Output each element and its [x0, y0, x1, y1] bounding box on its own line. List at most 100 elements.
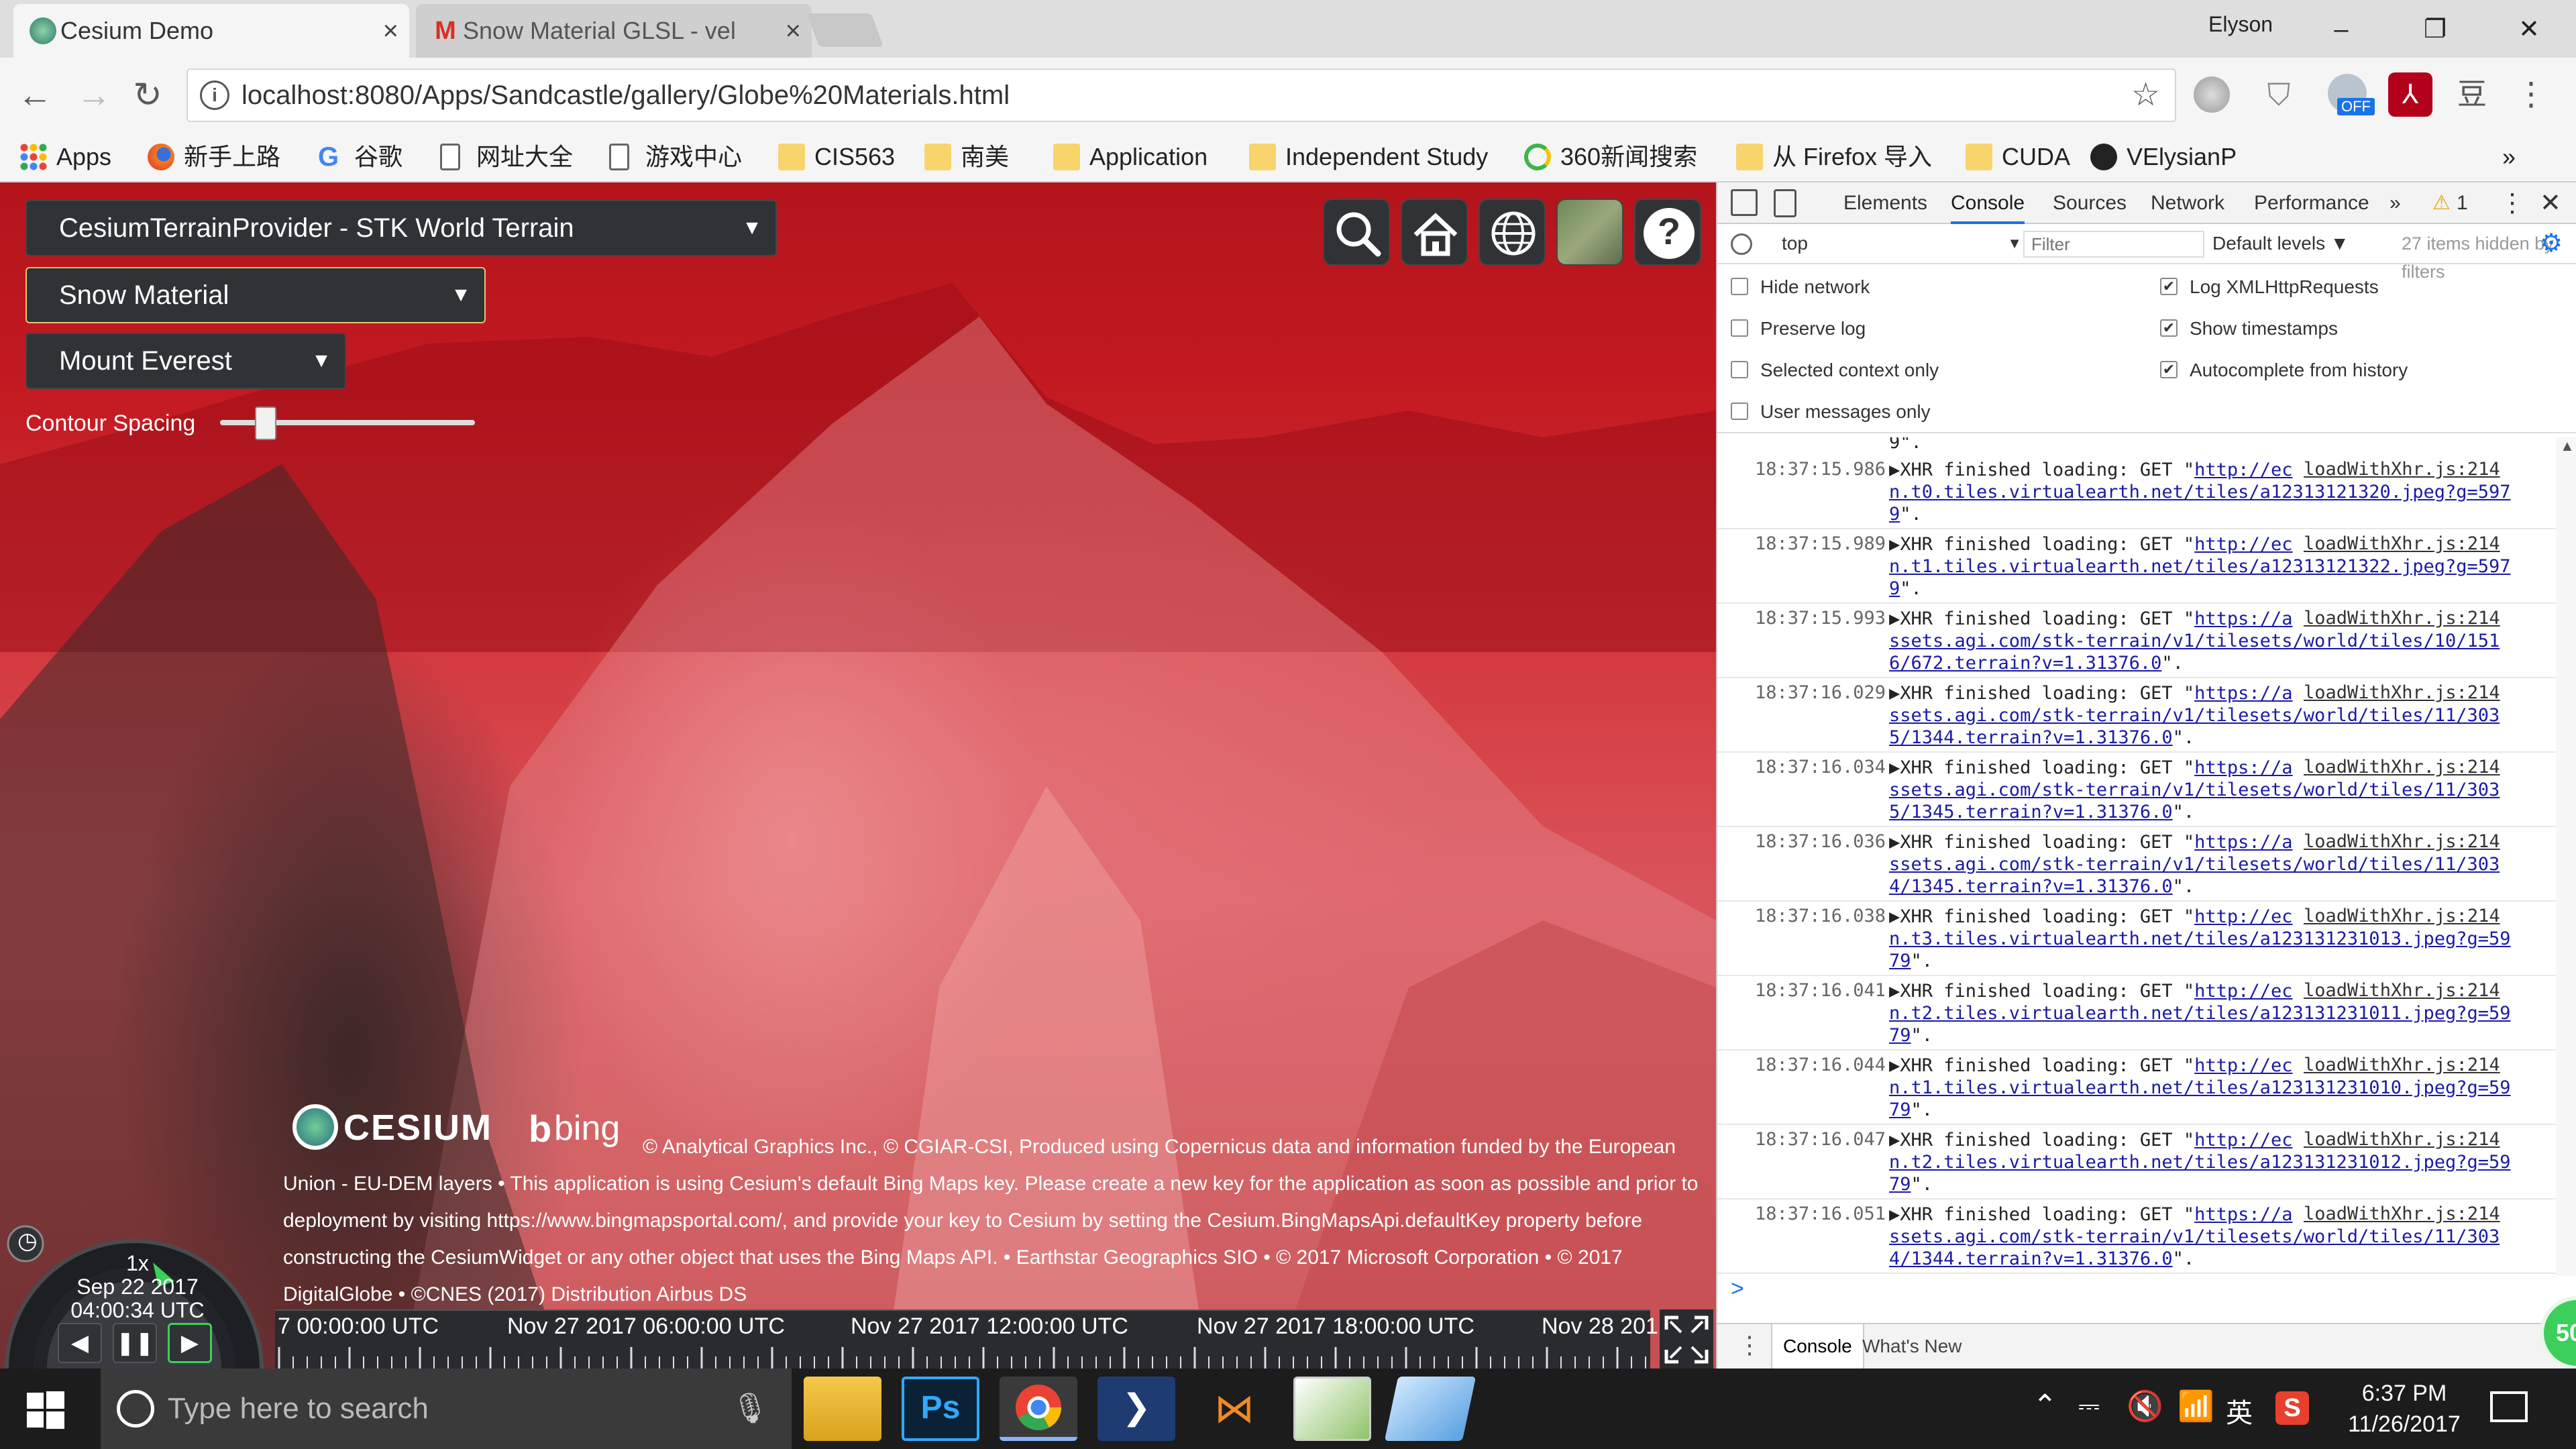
log-url[interactable]: n.t1.tiles.virtualearth.net/tiles/a12313… [1889, 556, 2511, 577]
console-log-entry[interactable]: 18:37:16.047 ▶XHR finished loading: GET "… [1717, 1125, 2556, 1199]
forward-button[interactable]: → [74, 75, 114, 115]
minimize-button[interactable]: – [2308, 9, 2375, 50]
console-log-entry[interactable]: 18:37:15.986 ▶XHR finished loading: GET "… [1717, 455, 2556, 529]
log-url[interactable]: ssets.agi.com/stk-terrain/v1/tilesets/wo… [1889, 631, 2500, 651]
restore-button[interactable]: ❐ [2402, 9, 2469, 50]
console-log-entry[interactable]: 18:37:15.993 ▶XHR finished loading: GET "… [1717, 604, 2556, 678]
bookmark-360-news[interactable]: 360新闻搜索 [1524, 131, 1697, 182]
log-source-link[interactable]: loadWithXhr.js:214 [2304, 757, 2500, 777]
profile-name[interactable]: Elyson [2208, 12, 2273, 37]
log-source-link[interactable]: loadWithXhr.js:214 [2304, 980, 2500, 1001]
location-select[interactable]: Mount Everest ▼ [25, 333, 346, 389]
log-source-link[interactable]: loadWithXhr.js:214 [2304, 533, 2500, 554]
checkbox-checked[interactable]: ✔ [2160, 361, 2178, 378]
browser-tab-snow-material[interactable]: M Snow Material GLSL - vel × [416, 4, 812, 58]
console-log-entry[interactable]: 18:37:16.038 ▶XHR finished loading: GET "… [1717, 902, 2556, 976]
log-url[interactable]: http://ec [2194, 534, 2292, 555]
powershell-icon[interactable]: ❯ [1097, 1377, 1175, 1441]
address-bar[interactable]: i localhost:8080/Apps/Sandcastle/gallery… [186, 68, 2176, 122]
volume-muted-icon[interactable]: 🔇 [2127, 1389, 2163, 1424]
action-center-icon[interactable] [2490, 1391, 2528, 1422]
taskbar-clock[interactable]: 6:37 PM 11/26/2017 [2330, 1378, 2478, 1440]
sogou-input-icon[interactable]: S [2275, 1391, 2309, 1425]
log-source-link[interactable]: loadWithXhr.js:214 [2304, 1129, 2500, 1150]
tab-elements[interactable]: Elements [1843, 182, 1927, 224]
option-log-xmlhttprequests[interactable]: ✔ Log XMLHttpRequests [2160, 274, 2379, 301]
log-url[interactable]: 9 [1889, 578, 1900, 599]
bookmark-folder-cuda[interactable]: CUDA [1966, 131, 2070, 182]
console-filter-input[interactable] [2023, 231, 2204, 258]
bookmark-folder-cis563[interactable]: CIS563 [778, 131, 895, 182]
notepad-icon[interactable] [1384, 1377, 1477, 1441]
battery-plug-icon[interactable]: ⎓ [2078, 1391, 2100, 1421]
log-url[interactable]: 79 [1889, 1174, 1911, 1195]
console-log-entry[interactable]: 18:37:16.041 ▶XHR finished loading: GET "… [1717, 976, 2556, 1051]
scroll-up-icon[interactable]: ▲ [2560, 437, 2575, 455]
console-log-entry[interactable]: 18:37:16.044 ▶XHR finished loading: GET "… [1717, 1051, 2556, 1125]
show-hidden-icons-icon[interactable]: ⌃ [2033, 1389, 2057, 1423]
clock-icon[interactable]: ◷ [17, 1228, 38, 1254]
extension-icon[interactable] [2194, 76, 2230, 113]
console-prompt[interactable]: > [1717, 1276, 2576, 1303]
drawer-menu-icon[interactable]: ⋮ [1737, 1331, 1762, 1359]
drawer-tab-whats-new[interactable]: What's New [1862, 1324, 1962, 1368]
file-explorer-icon[interactable] [804, 1377, 881, 1441]
play-reverse-button[interactable]: ◀ [58, 1323, 102, 1363]
log-url[interactable]: https://a [2194, 832, 2292, 853]
bookmark-github-velysianp[interactable]: VElysianP [2090, 131, 2237, 182]
checkbox-checked[interactable]: ✔ [2160, 278, 2178, 295]
log-levels-select[interactable]: Default levels ▼ [2212, 229, 2349, 258]
context-select[interactable]: top ▼ [1771, 228, 2029, 259]
devtools-menu-icon[interactable]: ⋮ [2500, 182, 2525, 224]
inspect-element-icon[interactable] [1731, 189, 1758, 216]
checkbox[interactable] [1731, 402, 1748, 420]
bookmark-folder-independent-study[interactable]: Independent Study [1249, 131, 1488, 182]
close-devtools-icon[interactable]: ✕ [2540, 182, 2561, 224]
device-toolbar-icon[interactable] [1774, 189, 1796, 217]
log-url[interactable]: n.t1.tiles.virtualearth.net/tiles/a12313… [1889, 1077, 2511, 1098]
pdf-extension-icon[interactable]: ⅄ [2388, 72, 2432, 117]
log-source-link[interactable]: loadWithXhr.js:214 [2304, 906, 2500, 926]
bookmark-folder-nanmei[interactable]: 南美 [924, 131, 1009, 182]
tab-console[interactable]: Console [1951, 182, 2025, 224]
console-log-entry[interactable]: 18:37:16.036 ▶XHR finished loading: GET "… [1717, 827, 2556, 902]
console-log-entry[interactable]: 18:37:16.051 ▶XHR finished loading: GET "… [1717, 1199, 2556, 1274]
log-url[interactable]: ssets.agi.com/stk-terrain/v1/tilesets/wo… [1889, 780, 2500, 800]
bookmark-folder-application[interactable]: Application [1053, 131, 1208, 182]
log-url[interactable]: http://ec [2194, 981, 2292, 1002]
bookmark-star-icon[interactable]: ☆ [2131, 70, 2160, 121]
slider-handle[interactable] [255, 407, 277, 440]
base-layer-picker-button[interactable] [1556, 199, 1623, 266]
log-url[interactable]: n.t0.tiles.virtualearth.net/tiles/a12313… [1889, 482, 2511, 502]
close-window-button[interactable]: ✕ [2496, 9, 2563, 50]
checkbox[interactable] [1731, 319, 1748, 337]
wifi-icon[interactable]: 📶 [2178, 1389, 2214, 1424]
windows-start-icon[interactable] [27, 1391, 64, 1429]
log-url[interactable]: 5/1345.terrain?v=1.31376.0 [1889, 802, 2173, 822]
drawer-tab-console[interactable]: Console [1771, 1324, 1864, 1368]
terrain-provider-select[interactable]: CesiumTerrainProvider - STK World Terrai… [25, 200, 777, 256]
bookmark-url-directory[interactable]: 网址大全 [440, 131, 573, 182]
timeline[interactable]: 7 00:00:00 UTC Nov 27 2017 06:00:00 UTC … [275, 1309, 1658, 1368]
option-preserve-log[interactable]: Preserve log [1731, 315, 1866, 342]
log-url[interactable]: 4/1344.terrain?v=1.31376.0 [1889, 1248, 2173, 1269]
option-autocomplete-history[interactable]: ✔ Autocomplete from history [2160, 357, 2408, 384]
option-show-timestamps[interactable]: ✔ Show timestamps [2160, 315, 2338, 342]
log-source-link[interactable]: loadWithXhr.js:214 [2304, 1055, 2500, 1075]
log-source-link[interactable]: loadWithXhr.js:214 [2304, 459, 2500, 480]
bookmark-firefox[interactable]: 新手上路 [148, 131, 280, 182]
taskbar-search-box[interactable]: Type here to search 🎙 [101, 1368, 792, 1449]
play-forward-button[interactable]: ▶ [168, 1323, 212, 1363]
chrome-menu-icon[interactable]: ⋮ [2509, 72, 2553, 117]
tab-performance[interactable]: Performance [2254, 182, 2369, 224]
bookmarks-overflow-button[interactable]: » [2502, 131, 2516, 182]
visual-studio-icon[interactable]: ⋈ [1195, 1377, 1273, 1441]
tab-close-icon[interactable]: × [383, 4, 398, 58]
log-url[interactable]: n.t3.tiles.virtualearth.net/tiles/a12313… [1889, 928, 2511, 949]
more-tabs-button[interactable]: » [2390, 182, 2401, 224]
log-source-link[interactable]: loadWithXhr.js:214 [2304, 1203, 2500, 1224]
console-scrollbar[interactable]: ▲ [2556, 437, 2576, 1276]
log-source-link[interactable]: loadWithXhr.js:214 [2304, 608, 2500, 629]
photoshop-icon[interactable]: Ps [902, 1377, 979, 1441]
console-log-entry[interactable]: 18:37:16.034 ▶XHR finished loading: GET "… [1717, 753, 2556, 827]
